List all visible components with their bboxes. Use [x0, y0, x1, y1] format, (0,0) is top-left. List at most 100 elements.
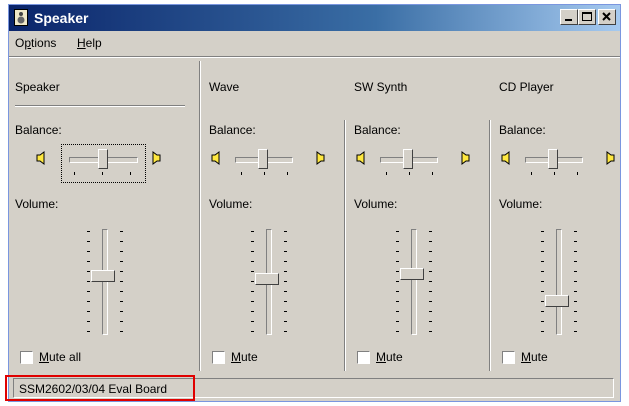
volume-tick	[251, 261, 254, 262]
channel-sw-synth: SW Synth Balance: Volume: Mute	[346, 61, 488, 364]
volume-slider-thumb[interactable]	[545, 295, 569, 308]
menu-help[interactable]: Help	[77, 36, 102, 50]
volume-tick	[284, 231, 287, 232]
volume-tick	[574, 331, 577, 332]
channel-name: Wave	[209, 80, 240, 94]
mute-text: Mute	[231, 350, 258, 364]
volume-tick	[87, 321, 90, 322]
volume-tick	[396, 301, 399, 302]
volume-slider-track[interactable]	[556, 229, 562, 335]
volume-tick	[284, 281, 287, 282]
volume-tick	[541, 251, 544, 252]
volume-tick	[87, 261, 90, 262]
balance-label: Balance:	[499, 123, 546, 137]
volume-tick	[120, 331, 123, 332]
volume-tick	[87, 331, 90, 332]
balance-slider-thumb[interactable]	[258, 149, 268, 169]
mute-checkbox[interactable]	[502, 351, 515, 364]
balance-tick	[102, 172, 103, 175]
volume-tick	[429, 271, 432, 272]
balance-slider-thumb[interactable]	[97, 149, 108, 169]
right-speaker-icon	[461, 151, 470, 165]
volume-tick	[574, 241, 577, 242]
volume-tick	[429, 291, 432, 292]
mute-label[interactable]: Mute all	[39, 350, 81, 364]
left-speaker-icon	[356, 151, 365, 165]
speaker-app-icon	[14, 9, 28, 26]
volume-tick	[251, 311, 254, 312]
volume-tick	[429, 251, 432, 252]
mute-checkbox[interactable]	[20, 351, 33, 364]
volume-slider-thumb[interactable]	[255, 273, 279, 286]
channel-wave: Wave Balance: Volume: Mute	[201, 61, 343, 364]
mute-checkbox[interactable]	[212, 351, 225, 364]
volume-tick	[120, 261, 123, 262]
close-button[interactable]	[598, 9, 616, 25]
right-speaker-icon	[152, 151, 161, 165]
menu-options[interactable]: Options	[15, 36, 56, 50]
volume-tick	[87, 301, 90, 302]
volume-tick	[574, 271, 577, 272]
volume-tick	[396, 291, 399, 292]
volume-tick	[251, 251, 254, 252]
volume-tick	[396, 331, 399, 332]
minimize-icon	[565, 19, 572, 21]
highlight-box	[5, 375, 195, 401]
mute-text: Mute	[376, 350, 403, 364]
volume-tick	[251, 291, 254, 292]
balance-slider-thumb[interactable]	[548, 149, 558, 169]
mute-text: Mute	[521, 350, 548, 364]
title-bar[interactable]: Speaker	[9, 5, 620, 31]
mute-label[interactable]: Mute	[231, 350, 258, 364]
volume-tick	[251, 301, 254, 302]
maximize-button[interactable]	[578, 9, 596, 25]
mute-label[interactable]: Mute	[376, 350, 403, 364]
minimize-button[interactable]	[560, 9, 578, 25]
volume-tick	[251, 241, 254, 242]
volume-label: Volume:	[499, 197, 543, 211]
volume-tick	[574, 291, 577, 292]
volume-tick	[574, 251, 577, 252]
volume-slider-track[interactable]	[411, 229, 417, 335]
volume-tick	[541, 261, 544, 262]
volume-tick	[429, 231, 432, 232]
volume-tick	[284, 241, 287, 242]
volume-tick	[284, 301, 287, 302]
volume-tick	[429, 331, 432, 332]
balance-slider-thumb[interactable]	[403, 149, 413, 169]
menu-separator	[9, 56, 620, 58]
balance-tick	[287, 172, 288, 175]
left-speaker-icon	[501, 151, 510, 165]
mute-label[interactable]: Mute	[521, 350, 548, 364]
volume-tick	[251, 281, 254, 282]
volume-tick	[87, 291, 90, 292]
balance-tick	[577, 172, 578, 175]
volume-tick	[251, 331, 254, 332]
volume-tick	[284, 291, 287, 292]
balance-tick	[432, 172, 433, 175]
volume-tick	[87, 311, 90, 312]
balance-tick	[130, 172, 131, 175]
volume-slider-thumb[interactable]	[400, 267, 424, 280]
volume-tick	[396, 241, 399, 242]
left-speaker-icon	[36, 151, 45, 165]
volume-tick	[574, 311, 577, 312]
volume-tick	[396, 261, 399, 262]
balance-tick	[554, 172, 555, 175]
mute-checkbox[interactable]	[357, 351, 370, 364]
volume-tick	[87, 271, 90, 272]
volume-tick	[120, 231, 123, 232]
volume-tick	[251, 271, 254, 272]
volume-label: Volume:	[15, 197, 59, 211]
balance-tick	[409, 172, 410, 175]
balance-tick	[241, 172, 242, 175]
channel-name: SW Synth	[354, 80, 408, 94]
volume-tick	[574, 321, 577, 322]
volume-tick	[284, 311, 287, 312]
volume-tick	[574, 261, 577, 262]
volume-tick	[251, 231, 254, 232]
volume-slider-thumb[interactable]	[91, 270, 115, 283]
window-title: Speaker	[34, 10, 89, 26]
right-speaker-icon	[606, 151, 615, 165]
volume-tick	[396, 321, 399, 322]
